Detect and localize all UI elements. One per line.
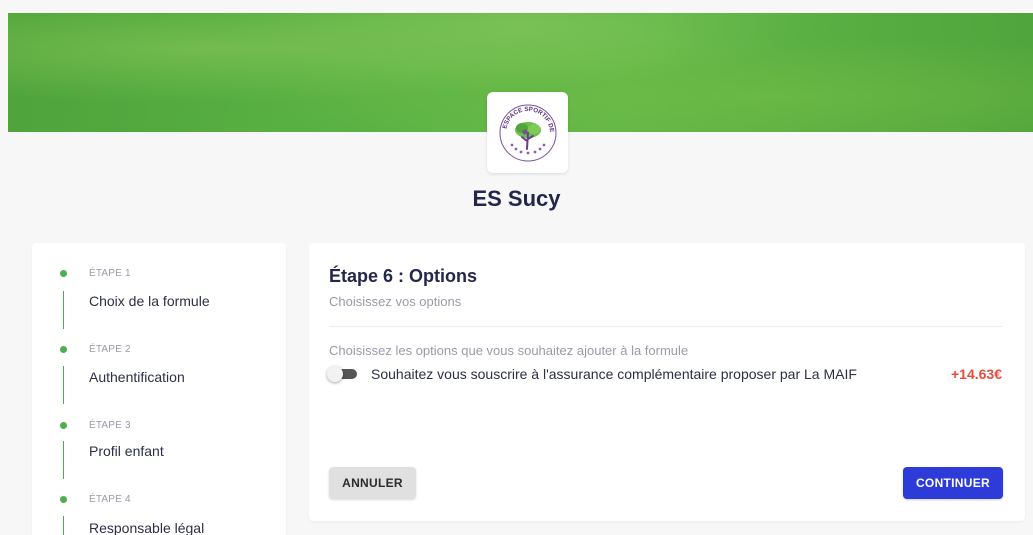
insurance-option-price: +14.63€ <box>951 366 1002 382</box>
club-logo: ESPACE SPORTIF DE SUCY <box>487 92 568 173</box>
step-connector <box>63 516 64 535</box>
step-title: Authentification <box>89 369 185 385</box>
options-hint: Choisissez les options que vous souhaite… <box>329 343 689 358</box>
club-name: ES Sucy <box>472 186 561 211</box>
cancel-button[interactable]: ANNULER <box>329 467 416 499</box>
toggle-knob <box>327 366 343 382</box>
step-kicker: ÉTAPE 4 <box>89 494 131 505</box>
page-title: Étape 6 : Options <box>329 266 478 286</box>
option-row-insurance: Souhaitez vous souscrire à l'assurance c… <box>327 363 1002 385</box>
step-connector <box>63 441 64 479</box>
insurance-toggle[interactable] <box>327 366 357 382</box>
check-icon <box>60 270 67 277</box>
step-kicker: ÉTAPE 1 <box>89 268 131 279</box>
options-card: Étape 6 : Options Choisissez vos options… <box>309 243 1025 521</box>
step-title: Profil enfant <box>89 443 164 459</box>
divider <box>329 326 1002 327</box>
check-icon <box>60 346 67 353</box>
continue-button[interactable]: CONTINUER <box>903 467 1003 499</box>
step-connector <box>63 291 64 329</box>
step-kicker: ÉTAPE 3 <box>89 420 131 431</box>
page-subtitle: Choisissez vos options <box>329 294 462 309</box>
step-kicker: ÉTAPE 2 <box>89 344 131 355</box>
step-title: Choix de la formule <box>89 293 210 309</box>
check-icon <box>60 422 67 429</box>
club-logo-icon: ESPACE SPORTIF DE SUCY <box>498 103 556 161</box>
insurance-option-label: Souhaitez vous souscrire à l'assurance c… <box>371 366 857 382</box>
check-icon <box>60 496 67 503</box>
step-title: Responsable légal <box>89 520 205 535</box>
steps-sidebar: ÉTAPE 1 Choix de la formule ÉTAPE 2 Auth… <box>32 243 286 535</box>
step-connector <box>63 366 64 404</box>
